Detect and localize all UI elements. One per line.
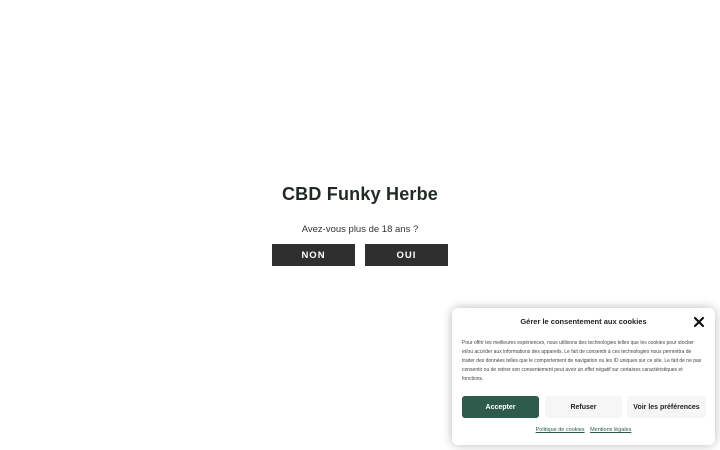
legal-notice-link[interactable]: Mentions légales [590,427,631,433]
cookie-description: Pour offrir les meilleures expériences, … [462,340,702,382]
age-no-button[interactable]: NON [272,244,355,266]
site-title: CBD Funky Herbe [281,184,439,204]
accept-button[interactable]: Accepter [462,396,539,418]
cookie-title: Gérer le consentement aux cookies [520,317,647,326]
cookie-policy-link[interactable]: Politique de cookies [536,427,585,433]
close-icon[interactable] [693,315,705,328]
preferences-button[interactable]: Voir les préférences [627,396,706,418]
age-yes-button[interactable]: OUI [365,244,448,266]
refuse-button[interactable]: Refuser [545,396,622,418]
age-question: Avez-vous plus de 18 ans ? [301,224,419,235]
cookie-links: Politique de cookies Mentions légales [452,427,715,433]
cookie-consent-panel: Gérer le consentement aux cookies Pour o… [452,308,715,445]
